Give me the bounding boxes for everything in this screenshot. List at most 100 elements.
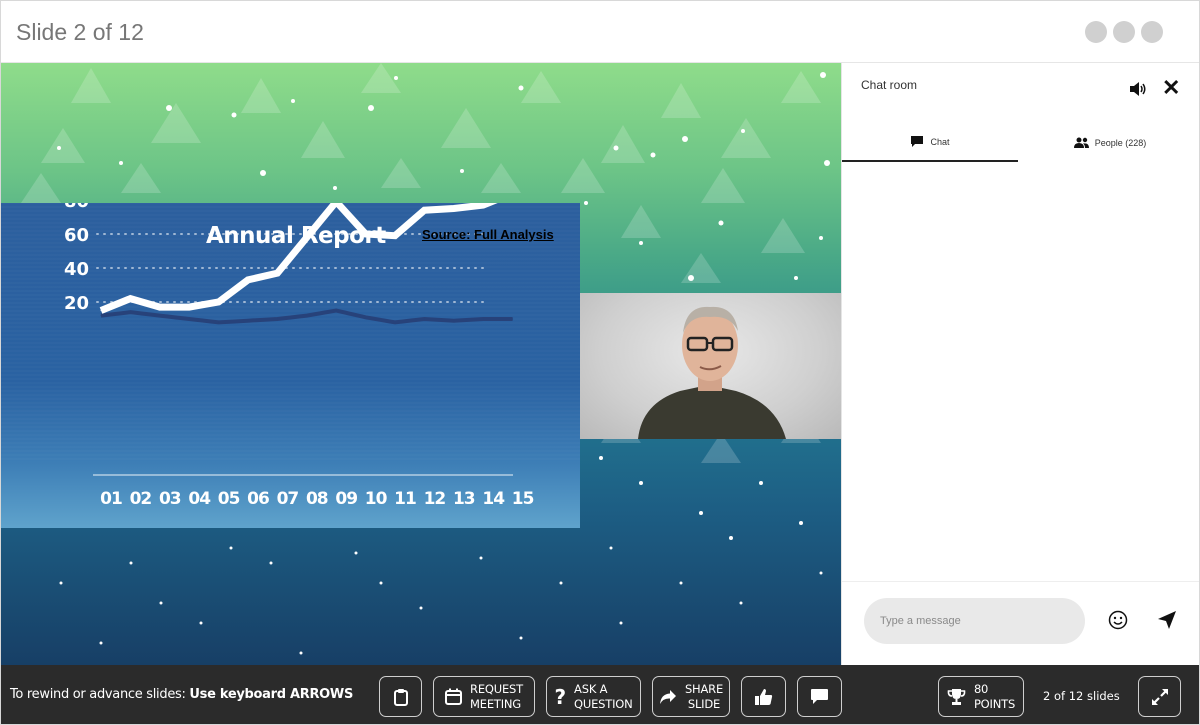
points-button[interactable]: 80 POINTS <box>938 676 1024 717</box>
tab-people[interactable]: People (228) <box>1018 123 1199 162</box>
x-tick-label: 05 <box>218 489 240 509</box>
clipboard-button[interactable] <box>379 676 422 717</box>
speech-bubble-icon <box>811 689 828 704</box>
ask-question-line-1: ASK A <box>574 681 608 696</box>
data-point <box>335 310 337 311</box>
x-tick-label: 15 <box>512 489 534 509</box>
ask-question-line-2: QUESTION <box>574 696 633 711</box>
data-point <box>394 321 396 323</box>
annual-report-chart: 2040608010012001020304050607080910111213… <box>1 203 580 509</box>
x-tick-label: 11 <box>394 489 416 509</box>
people-icon <box>1073 137 1089 148</box>
points-unit: POINTS <box>973 696 1016 711</box>
window-dots <box>1085 21 1163 43</box>
x-tick-label: 12 <box>424 489 446 509</box>
question-mark-icon: ? <box>554 684 567 709</box>
request-meeting-label: REQUEST MEETING <box>470 682 523 712</box>
data-point <box>188 306 190 308</box>
send-icon[interactable] <box>1157 610 1177 630</box>
data-point <box>423 209 425 211</box>
data-point <box>159 315 161 317</box>
like-button[interactable] <box>741 676 786 717</box>
window-dot-2[interactable] <box>1113 21 1135 43</box>
share-slide-button[interactable]: SHARE SLIDE <box>652 676 730 717</box>
x-tick-label: 13 <box>453 489 475 509</box>
series-line <box>100 308 513 325</box>
message-input[interactable] <box>864 598 1085 644</box>
share-slide-label: SHARE SLIDE <box>685 682 723 712</box>
data-point <box>247 279 249 281</box>
data-point <box>159 306 161 308</box>
data-point <box>512 318 514 320</box>
thumbs-up-icon <box>755 688 773 705</box>
source-link[interactable]: Source: Full Analysis <box>422 227 554 242</box>
tab-people-label: People (228) <box>1094 137 1147 148</box>
speaker-icon[interactable] <box>1130 82 1148 96</box>
x-tick-label: 01 <box>100 489 122 509</box>
data-point <box>276 318 278 320</box>
x-tick-label: 02 <box>130 489 152 509</box>
presentation-app: Slide 2 of 12 20 40 60 01 02 03 04 05 06… <box>0 0 1200 725</box>
data-point <box>482 318 484 320</box>
slide-stage: 2040608010012001020304050607080910111213… <box>1 63 841 665</box>
request-meeting-button[interactable]: REQUEST MEETING <box>433 676 535 717</box>
chat-input-bar <box>842 581 1199 665</box>
hint-prefix: To rewind or advance slides: <box>10 687 190 702</box>
x-tick-label: 07 <box>277 489 299 509</box>
expand-icon <box>1151 688 1168 705</box>
x-tick-label: 10 <box>365 489 388 509</box>
share-arrow-icon <box>659 689 676 704</box>
data-point <box>453 320 455 322</box>
request-meeting-line-1: REQUEST <box>470 681 523 696</box>
x-tick-label: 08 <box>306 489 328 509</box>
top-bar: Slide 2 of 12 <box>1 1 1199 63</box>
window-dot-1[interactable] <box>1085 21 1107 43</box>
points-label: 80 POINTS <box>974 682 1015 712</box>
chat-room-title: Chat room <box>861 78 918 92</box>
data-point <box>100 310 102 311</box>
points-value: 80 <box>973 681 989 696</box>
data-point <box>306 315 308 317</box>
annual-report-panel: 2040608010012001020304050607080910111213… <box>1 203 580 528</box>
x-tick-label: 09 <box>335 489 357 509</box>
chat-panel: Chat room ✕ Chat People (228) <box>841 63 1199 665</box>
presenter-avatar <box>638 306 786 439</box>
data-point <box>188 318 190 320</box>
share-slide-line-2: SLIDE <box>687 696 721 711</box>
data-point <box>423 318 425 320</box>
chat-bubble-icon <box>911 136 924 147</box>
data-point <box>453 208 455 209</box>
tab-chat[interactable]: Chat <box>842 123 1018 162</box>
y-tick-label: 80 <box>64 203 89 212</box>
x-tick-label: 03 <box>159 489 181 509</box>
data-point <box>482 204 484 206</box>
hint-keyboard: Use keyboard ARROWS <box>189 687 354 702</box>
ask-question-button[interactable]: ? ASK A QUESTION <box>546 676 641 717</box>
y-tick-label: 60 <box>64 225 89 246</box>
request-meeting-line-2: MEETING <box>470 696 522 711</box>
chat-messages-area[interactable] <box>842 163 1199 581</box>
calendar-icon <box>445 688 463 705</box>
comment-button[interactable] <box>797 676 842 717</box>
data-point <box>276 272 278 274</box>
presenter-video <box>580 293 841 439</box>
data-point <box>247 320 249 322</box>
data-point <box>129 298 131 300</box>
smiley-icon[interactable] <box>1108 610 1128 630</box>
navigation-hint: To rewind or advance slides: Use keyboar… <box>10 687 353 702</box>
data-point <box>218 301 220 303</box>
data-point <box>218 321 220 323</box>
chat-tabs: Chat People (228) <box>842 123 1199 163</box>
x-tick-label: 06 <box>247 489 269 509</box>
ask-question-label: ASK A QUESTION <box>574 682 633 712</box>
share-slide-line-1: SHARE <box>684 681 724 696</box>
chart-title: Annual Report <box>206 223 386 249</box>
close-icon[interactable]: ✕ <box>1162 77 1180 99</box>
y-tick-label: 40 <box>64 259 89 280</box>
x-tick-label: 04 <box>188 489 211 509</box>
trophy-icon <box>947 688 966 705</box>
slide-title: Slide 2 of 12 <box>16 19 144 45</box>
fullscreen-button[interactable] <box>1138 676 1181 717</box>
y-tick-label: 20 <box>64 293 89 314</box>
window-dot-3[interactable] <box>1141 21 1163 43</box>
